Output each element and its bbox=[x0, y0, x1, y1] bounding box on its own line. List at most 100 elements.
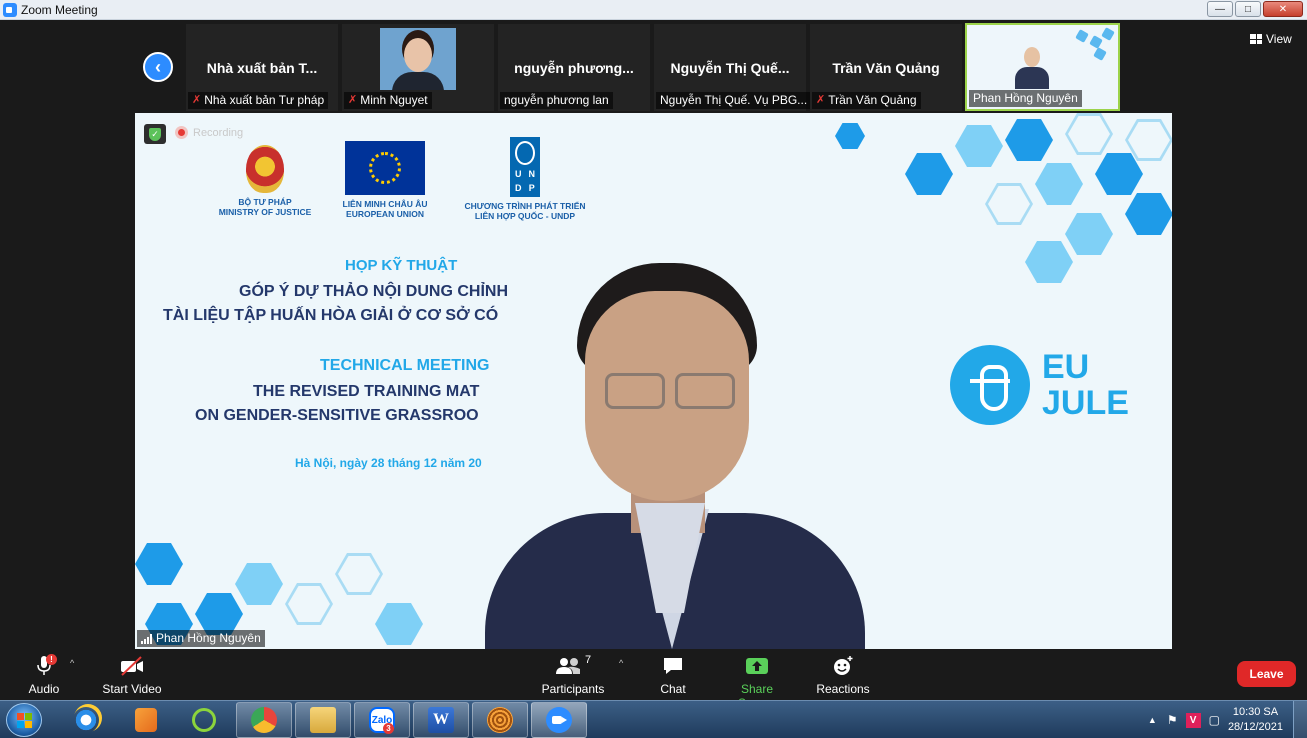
share-screen-icon bbox=[746, 658, 768, 674]
system-tray: ▲ ⚑ V ▢ 10:30 SA 28/12/2021 bbox=[1148, 701, 1307, 738]
title-bar: Zoom Meeting — □ ✕ bbox=[0, 0, 1307, 20]
eu-line1: LIÊN MINH CHÂU ÂU bbox=[342, 199, 428, 209]
moj-line2: MINISTRY OF JUSTICE bbox=[218, 207, 312, 217]
audio-alert-badge: ! bbox=[46, 654, 57, 665]
slide-title-en-2: ON GENDER-SENSITIVE GRASSROO bbox=[195, 407, 479, 424]
chrome-icon bbox=[251, 707, 277, 733]
slide-title-vi-2: TÀI LIỆU TẬP HUẤN HÒA GIẢI Ở CƠ SỞ CÓ bbox=[163, 307, 499, 324]
participant-label: nguyễn phương lan bbox=[500, 92, 613, 109]
start-video-label: Start Video bbox=[102, 682, 162, 696]
slide-title-vi-1: GÓP Ý DỰ THẢO NỘI DUNG CHỈNH bbox=[239, 283, 508, 300]
taskbar-media-player[interactable] bbox=[118, 702, 174, 738]
participant-strip: ‹ Nhà xuất bản T... ✗ Nhà xuất bản Tư ph… bbox=[0, 20, 1307, 112]
clock[interactable]: 10:30 SA 28/12/2021 bbox=[1228, 705, 1283, 735]
minimize-icon[interactable]: — bbox=[1207, 1, 1233, 17]
recording-label: Recording bbox=[193, 126, 244, 139]
mic-muted-icon: ✗ bbox=[192, 94, 202, 106]
encryption-shield-icon[interactable]: ✓ bbox=[144, 124, 166, 144]
view-button[interactable]: View bbox=[1250, 32, 1292, 46]
zalo-notification-badge: 3 bbox=[383, 723, 394, 734]
taskbar-zoom[interactable] bbox=[531, 702, 587, 738]
speaker-video bbox=[485, 263, 865, 649]
participant-label-text: nguyễn phương lan bbox=[504, 93, 609, 107]
chat-label: Chat bbox=[660, 682, 686, 696]
window-controls: — □ ✕ bbox=[1207, 1, 1303, 17]
speaker-name-tag: Phan Hồng Nguyên bbox=[137, 630, 265, 647]
internet-explorer-icon bbox=[73, 707, 99, 733]
eu-jule-emblem-icon bbox=[950, 345, 1030, 425]
reactions-smiley-icon bbox=[834, 656, 853, 675]
participant-label: Nguyễn Thị Quế. Vụ PBG... bbox=[656, 92, 812, 109]
slide-date: Hà Nội, ngày 28 tháng 12 năm 20 bbox=[295, 456, 482, 470]
undp-logo: U N D P CHƯƠNG TRÌNH PHÁT TRIỂN LIÊN HỢP… bbox=[453, 137, 597, 221]
taskbar-app-green[interactable] bbox=[176, 702, 232, 738]
speaker-name: Phan Hồng Nguyên bbox=[156, 631, 261, 645]
window-title: Zoom Meeting bbox=[21, 3, 98, 17]
flag-icon[interactable]: ⚑ bbox=[1167, 713, 1178, 727]
participant-name: Nguyễn Thị Quế... bbox=[670, 60, 790, 76]
previous-page-button[interactable]: ‹ bbox=[143, 52, 173, 82]
taskbar-app-orange[interactable] bbox=[472, 702, 528, 738]
taskbar-internet-explorer[interactable] bbox=[58, 702, 114, 738]
taskbar-zalo[interactable]: Zalo 3 bbox=[354, 702, 410, 738]
undp-line2: LIÊN HỢP QUỐC - UNDP bbox=[474, 211, 576, 221]
taskbar-chrome[interactable] bbox=[236, 702, 292, 738]
recording-indicator[interactable]: Recording bbox=[175, 126, 243, 139]
participant-label: ✗ Minh Nguyet bbox=[344, 92, 432, 109]
video-off-icon bbox=[121, 656, 143, 676]
participant-tile[interactable]: Nhà xuất bản T... ✗ Nhà xuất bản Tư pháp bbox=[186, 24, 338, 111]
eu-line2: EUROPEAN UNION bbox=[346, 209, 424, 219]
participant-name: nguyễn phương... bbox=[514, 60, 634, 76]
reactions-label: Reactions bbox=[816, 682, 870, 696]
taskbar-word[interactable]: W bbox=[413, 702, 469, 738]
grid-view-icon bbox=[1250, 34, 1262, 44]
slide-heading-en: TECHNICAL MEETING bbox=[320, 357, 490, 374]
moj-line1: BỘ TƯ PHÁP bbox=[238, 197, 292, 207]
circular-app-icon bbox=[487, 707, 513, 733]
maximize-icon[interactable]: □ bbox=[1235, 1, 1261, 17]
participants-button[interactable]: 7 Participants bbox=[540, 654, 606, 696]
zoom-app-icon bbox=[3, 3, 17, 17]
participant-tile[interactable]: Nguyễn Thị Quế... Nguyễn Thị Quế. Vụ PBG… bbox=[654, 24, 812, 111]
close-icon[interactable]: ✕ bbox=[1263, 1, 1303, 17]
zoom-window: Zoom Meeting — □ ✕ ‹ Nhà xuất bản T... ✗… bbox=[0, 0, 1307, 738]
eu-logo: LIÊN MINH CHÂU ÂU EUROPEAN UNION bbox=[325, 141, 445, 219]
active-speaker-tile[interactable]: Phan Hồng Nguyên bbox=[965, 23, 1120, 111]
participants-label: Participants bbox=[541, 682, 605, 696]
start-video-button[interactable]: Start Video bbox=[100, 654, 164, 696]
participants-icon bbox=[555, 658, 580, 674]
chevron-left-icon: ‹ bbox=[155, 57, 161, 77]
word-icon: W bbox=[428, 707, 454, 733]
undp-emblem-icon: U N D P bbox=[510, 137, 540, 197]
reactions-button[interactable]: Reactions bbox=[815, 654, 871, 696]
taskbar-file-explorer[interactable] bbox=[295, 702, 351, 738]
zoom-icon bbox=[546, 707, 572, 733]
participant-name: Nhà xuất bản T... bbox=[206, 60, 318, 76]
participants-options-caret-icon[interactable]: ^ bbox=[619, 658, 623, 668]
leave-button[interactable]: Leave bbox=[1237, 661, 1296, 687]
slide-title-en-1: THE REVISED TRAINING MAT bbox=[253, 383, 480, 400]
participant-tile[interactable]: Trần Văn Quảng ✗ Trần Văn Quảng bbox=[810, 24, 962, 111]
participant-tile[interactable]: ✗ Minh Nguyet bbox=[342, 24, 494, 111]
audio-options-caret-icon[interactable]: ^ bbox=[70, 658, 74, 668]
ministry-emblem-icon bbox=[246, 145, 284, 193]
chat-icon bbox=[664, 658, 682, 674]
show-desktop-button[interactable] bbox=[1293, 701, 1307, 738]
clock-time: 10:30 SA bbox=[1232, 706, 1279, 718]
start-button[interactable] bbox=[6, 703, 42, 737]
participant-label: ✗ Trần Văn Quảng bbox=[812, 92, 921, 109]
eu-jule-logo: EU JULE bbox=[950, 343, 1150, 427]
participant-name: Trần Văn Quảng bbox=[832, 60, 940, 76]
participant-tile[interactable]: nguyễn phương... nguyễn phương lan bbox=[498, 24, 650, 111]
chat-button[interactable]: Chat bbox=[656, 654, 690, 696]
mic-muted-icon: ✗ bbox=[348, 94, 358, 106]
recording-icon bbox=[175, 126, 188, 139]
vietkey-icon[interactable]: V bbox=[1185, 712, 1201, 728]
mic-muted-icon: ✗ bbox=[816, 94, 826, 106]
audio-button[interactable]: Audio bbox=[24, 654, 64, 696]
tray-expand-icon[interactable]: ▲ bbox=[1148, 715, 1157, 725]
participant-label: ✗ Nhà xuất bản Tư pháp bbox=[188, 92, 329, 109]
network-icon[interactable]: ▢ bbox=[1209, 713, 1220, 727]
view-label: View bbox=[1266, 32, 1292, 46]
refresh-app-icon bbox=[192, 708, 216, 732]
